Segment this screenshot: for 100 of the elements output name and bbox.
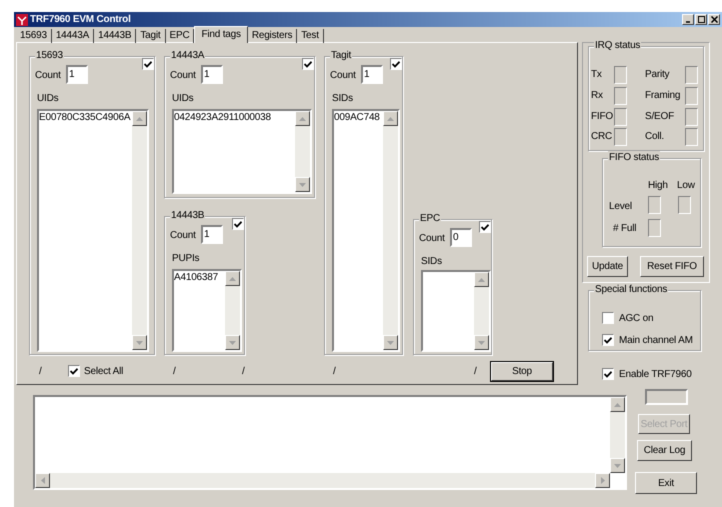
tab[interactable]: Test bbox=[297, 29, 324, 43]
list-item[interactable]: 009AC748 bbox=[334, 111, 380, 124]
check-icon bbox=[70, 368, 78, 374]
check-icon bbox=[604, 370, 612, 378]
scroll-up-button[interactable] bbox=[225, 271, 240, 286]
status-mark: / bbox=[39, 365, 42, 378]
scroll-up-button[interactable] bbox=[295, 111, 310, 126]
flag-label: Framing bbox=[645, 89, 680, 102]
list-box[interactable]: E00780C335C4906A bbox=[37, 109, 149, 352]
scroll-up-button[interactable] bbox=[610, 397, 625, 412]
status-indicator bbox=[685, 87, 698, 105]
list-box[interactable]: A4106387 bbox=[172, 269, 242, 352]
check-icon bbox=[481, 224, 489, 230]
scroll-down-button[interactable] bbox=[474, 335, 489, 350]
up-arrow-icon bbox=[136, 116, 143, 120]
tab[interactable]: 14443A bbox=[52, 29, 94, 43]
flag-label: Rx bbox=[591, 89, 603, 102]
label: UIDs bbox=[37, 92, 58, 105]
button[interactable]: Clear Log bbox=[637, 440, 692, 461]
tab[interactable]: 15693 bbox=[16, 29, 52, 43]
scroll-down-button[interactable] bbox=[132, 335, 147, 350]
right-arrow-icon bbox=[600, 477, 604, 484]
checkbox[interactable] bbox=[602, 368, 614, 380]
label: Count bbox=[170, 229, 196, 242]
status-indicator bbox=[678, 196, 691, 214]
count-field[interactable]: 1 bbox=[201, 225, 223, 244]
button[interactable]: Update bbox=[587, 256, 628, 277]
label: SIDs bbox=[421, 255, 442, 268]
scroll-down-button[interactable] bbox=[383, 335, 398, 350]
scroll-right-button[interactable] bbox=[595, 473, 610, 488]
scroll-left-button[interactable] bbox=[35, 473, 50, 488]
list-item[interactable]: 0424923A2911000038 bbox=[174, 111, 271, 124]
flag-label: S/EOF bbox=[645, 110, 674, 123]
stop-button[interactable]: Stop bbox=[491, 362, 553, 381]
checkbox[interactable] bbox=[479, 221, 491, 233]
count-field[interactable]: 1 bbox=[361, 65, 383, 84]
scroll-bar[interactable] bbox=[383, 111, 398, 350]
scroll-bar[interactable] bbox=[132, 111, 147, 350]
close-button[interactable] bbox=[708, 14, 720, 25]
flag-label: FIFO bbox=[591, 110, 613, 123]
check-icon bbox=[604, 336, 612, 344]
label: SIDs bbox=[332, 92, 353, 105]
status-mark: / bbox=[173, 365, 176, 378]
status-indicator bbox=[614, 87, 627, 105]
group-title: Tagit bbox=[330, 49, 352, 63]
status-indicator bbox=[614, 108, 627, 126]
tab[interactable]: Tagit bbox=[136, 29, 166, 43]
checkbox[interactable] bbox=[232, 218, 244, 230]
log-area[interactable] bbox=[33, 395, 627, 490]
checkbox[interactable] bbox=[142, 58, 154, 70]
status-indicator bbox=[614, 128, 627, 146]
minimize-button[interactable] bbox=[682, 14, 694, 25]
list-item[interactable]: A4106387 bbox=[174, 271, 218, 284]
list-item[interactable]: E00780C335C4906A bbox=[39, 111, 130, 124]
status-mark: / bbox=[474, 365, 477, 378]
checkbox[interactable] bbox=[602, 312, 614, 324]
status-mark: / bbox=[242, 365, 245, 378]
count-field[interactable]: 0 bbox=[450, 228, 472, 247]
maximize-button[interactable] bbox=[695, 14, 707, 25]
up-arrow-icon bbox=[614, 402, 621, 406]
button[interactable]: Exit bbox=[635, 472, 697, 494]
status-indicator bbox=[614, 66, 627, 84]
list-box[interactable] bbox=[421, 270, 491, 352]
column-label: High bbox=[648, 179, 668, 192]
scroll-down-button[interactable] bbox=[225, 335, 240, 350]
scroll-up-button[interactable] bbox=[132, 111, 147, 126]
row-label: # Full bbox=[613, 222, 636, 235]
up-arrow-icon bbox=[299, 116, 306, 120]
label: Count bbox=[330, 69, 356, 82]
tab[interactable]: 14443B bbox=[94, 29, 136, 43]
checkbox[interactable] bbox=[68, 365, 80, 377]
tab[interactable]: Registers bbox=[248, 29, 298, 43]
up-arrow-icon bbox=[229, 276, 236, 280]
checkbox[interactable] bbox=[602, 334, 614, 346]
tab[interactable]: Find tags bbox=[194, 26, 248, 43]
left-arrow-icon bbox=[40, 477, 44, 484]
down-arrow-icon bbox=[136, 340, 143, 344]
scroll-down-button[interactable] bbox=[610, 458, 625, 473]
scroll-bar[interactable] bbox=[225, 271, 240, 350]
list-box[interactable]: 0424923A2911000038 bbox=[172, 109, 312, 194]
checkbox[interactable] bbox=[302, 58, 314, 70]
status-mark: / bbox=[333, 365, 336, 378]
scroll-bar[interactable] bbox=[295, 111, 310, 192]
flag-label: Parity bbox=[645, 68, 670, 81]
label: Count bbox=[170, 69, 196, 82]
status-indicator bbox=[685, 66, 698, 84]
scroll-bar[interactable] bbox=[35, 473, 610, 488]
list-box[interactable]: 009AC748 bbox=[332, 109, 400, 352]
scroll-down-button[interactable] bbox=[295, 177, 310, 192]
count-field[interactable]: 1 bbox=[201, 65, 223, 84]
scroll-up-button[interactable] bbox=[383, 111, 398, 126]
checkbox[interactable] bbox=[390, 58, 402, 70]
scroll-bar[interactable] bbox=[610, 397, 625, 473]
count-field[interactable]: 1 bbox=[66, 65, 88, 84]
check-icon bbox=[304, 60, 312, 68]
check-icon bbox=[144, 60, 152, 68]
scroll-bar[interactable] bbox=[474, 272, 489, 350]
flag-label: Coll. bbox=[645, 130, 664, 143]
scroll-up-button[interactable] bbox=[474, 272, 489, 287]
button[interactable]: Reset FIFO bbox=[640, 256, 704, 277]
